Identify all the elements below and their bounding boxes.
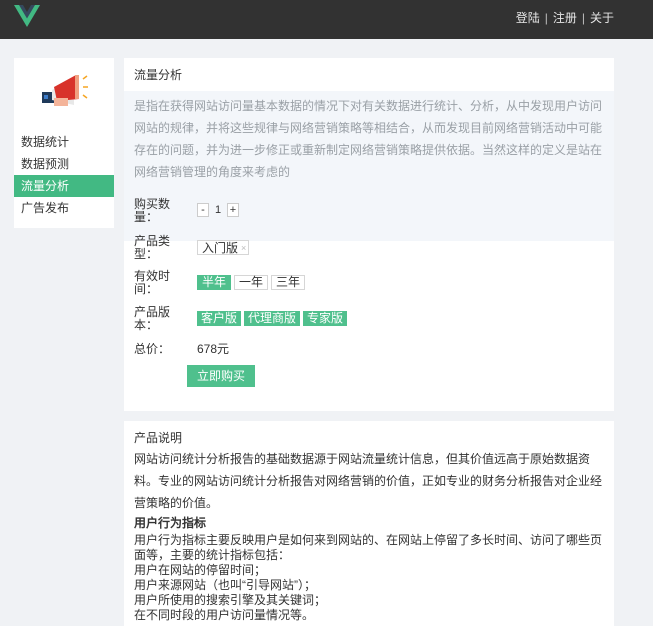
- duration-label: 有效时间：: [134, 269, 171, 296]
- quantity-stepper: - 1 +: [197, 203, 239, 217]
- info-line: 用户行为指标主要反映用户是如何来到网站的、在网站上停留了多长时间、访问了哪些页面…: [134, 533, 603, 562]
- info-line: 用户来源网站（也叫“引导网站”）；: [134, 578, 316, 592]
- duration-options: 半年 一年 三年: [197, 275, 306, 290]
- sidebar-item-data-stats[interactable]: 数据统计: [14, 131, 114, 153]
- info-list: 用户行为指标主要反映用户是如何来到网站的、在网站上停留了多长时间、访问了哪些页面…: [134, 533, 604, 623]
- about-link[interactable]: 关于: [590, 9, 614, 26]
- version-label: 产品版本：: [134, 305, 171, 332]
- side-menu: 数据统计 数据预测 流量分析 广告发布: [14, 131, 114, 219]
- version-row: 产品版本： 客户版 代理商版 专家版: [134, 305, 348, 332]
- info-heading: 用户行为指标: [134, 516, 207, 530]
- version-options: 客户版 代理商版 专家版: [197, 311, 348, 326]
- product-type-row: 产品类型： 入门版 ×: [134, 234, 250, 261]
- page-title: 流量分析: [134, 68, 183, 82]
- register-link[interactable]: 注册: [553, 9, 577, 26]
- total-label: 总价：: [134, 342, 171, 356]
- sidebar-item-traffic-analysis[interactable]: 流量分析: [14, 175, 114, 197]
- product-type-value: 入门版: [202, 241, 239, 255]
- version-option-expert[interactable]: 专家版: [303, 311, 348, 326]
- duration-option-three-years[interactable]: 三年: [271, 275, 306, 290]
- vue-logo-icon[interactable]: [14, 5, 40, 27]
- clear-icon[interactable]: ×: [241, 243, 246, 253]
- product-type-label: 产品类型：: [134, 234, 171, 261]
- version-option-agent[interactable]: 代理商版: [244, 311, 301, 326]
- product-info-card: 产品说明 网站访问统计分析报告的基础数据源于网站流量统计信息，但其价值远高于原始…: [124, 421, 614, 626]
- quantity-row: 购买数量： - 1 +: [134, 198, 239, 224]
- total-price: 678元: [197, 342, 230, 356]
- duration-row: 有效时间： 半年 一年 三年: [134, 269, 306, 296]
- sidebar-item-data-forecast[interactable]: 数据预测: [14, 153, 114, 175]
- nav-separator: |: [544, 10, 548, 25]
- decrement-button[interactable]: -: [197, 203, 209, 217]
- duration-option-half-year[interactable]: 半年: [197, 275, 232, 290]
- duration-option-one-year[interactable]: 一年: [234, 275, 269, 290]
- increment-button[interactable]: +: [227, 203, 239, 217]
- sidebar: 数据统计 数据预测 流量分析 广告发布: [14, 58, 114, 228]
- total-row: 总价： 678元: [134, 341, 229, 357]
- info-paragraph: 网站访问统计分析报告的基础数据源于网站流量统计信息，但其价值远高于原始数据资料。…: [134, 452, 603, 510]
- top-bar: 登陆 | 注册 | 关于: [0, 0, 653, 39]
- info-line: 用户在网站的停留时间；: [134, 563, 267, 577]
- sidebar-item-ad-publish[interactable]: 广告发布: [14, 197, 114, 219]
- buy-now-button[interactable]: 立即购买: [187, 365, 255, 387]
- quantity-label: 购买数量：: [134, 197, 171, 224]
- nav-separator: |: [581, 10, 585, 25]
- info-line: 用户所使用的搜索引擎及其关键词；: [134, 593, 327, 607]
- product-card: 流量分析 是指在获得网站访问量基本数据的情况下对有关数据进行统计、分析，从中发现…: [124, 58, 614, 411]
- top-nav: 登陆 | 注册 | 关于: [516, 9, 614, 26]
- info-title: 产品说明: [134, 431, 183, 445]
- quantity-value[interactable]: 1: [209, 203, 227, 217]
- info-line: 在不同时段的用户访问量情况等。: [134, 608, 315, 622]
- login-link[interactable]: 登陆: [516, 9, 540, 26]
- version-option-client[interactable]: 客户版: [197, 311, 242, 326]
- product-type-select[interactable]: 入门版 ×: [197, 240, 250, 255]
- megaphone-icon: [42, 75, 88, 106]
